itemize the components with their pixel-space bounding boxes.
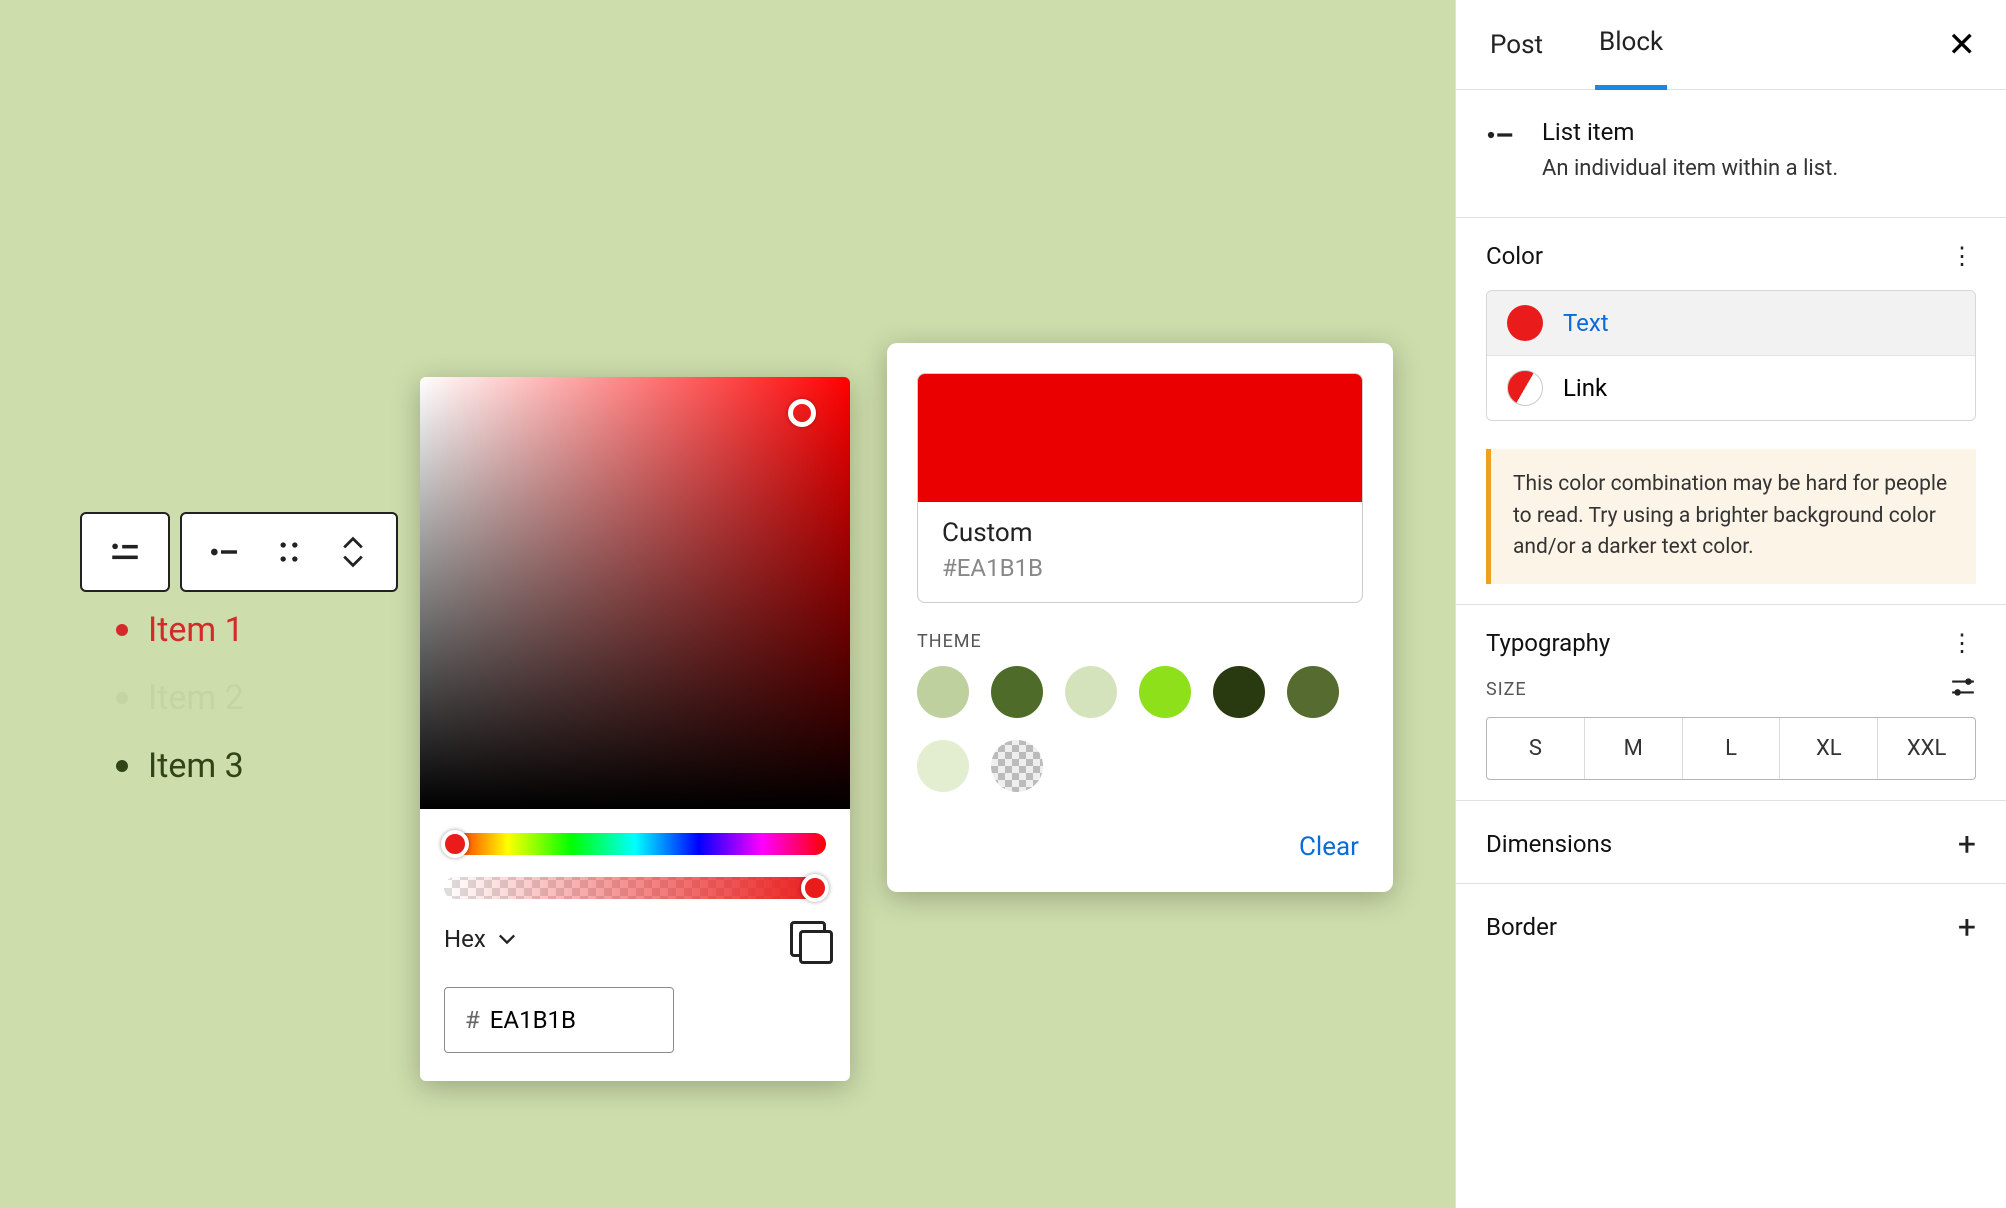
size-m-button[interactable]: M [1584, 718, 1682, 779]
color-panel-label: Color [1486, 242, 1543, 270]
list-item-text: Item 1 [148, 610, 244, 650]
theme-swatch[interactable] [1213, 666, 1265, 718]
list-item-text: Item 2 [148, 678, 244, 718]
hue-slider[interactable] [444, 833, 826, 855]
list-item-icon [1486, 120, 1516, 150]
toolbar-group-actions [180, 512, 398, 592]
color-row-text[interactable]: Text [1487, 291, 1975, 355]
bullet-icon [116, 624, 128, 636]
block-name: List item [1542, 118, 1838, 146]
theme-swatch[interactable] [917, 666, 969, 718]
move-up-down-icon[interactable] [332, 531, 374, 573]
copy-color-button[interactable] [790, 921, 826, 957]
list-item-text: Item 3 [148, 746, 244, 786]
text-color-sample [1507, 305, 1543, 341]
editor-canvas: Item 1 Item 2 Item 3 Hex [0, 0, 1455, 1208]
plus-icon[interactable]: + [1958, 825, 1976, 863]
chevron-down-icon [498, 933, 516, 945]
border-panel[interactable]: Border + [1456, 884, 2006, 966]
size-l-button[interactable]: L [1682, 718, 1780, 779]
list-item[interactable]: Item 2 [116, 678, 244, 718]
hex-prefix: # [465, 1006, 480, 1034]
list-item[interactable]: Item 1 [116, 610, 244, 650]
block-info: List item An individual item within a li… [1456, 90, 2006, 218]
hex-input[interactable]: # EA1B1B [444, 987, 674, 1053]
bullet-icon [116, 692, 128, 704]
size-button-group: S M L XL XXL [1486, 717, 1976, 780]
theme-swatch-transparent[interactable] [991, 740, 1043, 792]
theme-swatch[interactable] [1139, 666, 1191, 718]
swatch-hex: #EA1B1B [942, 554, 1338, 582]
more-options-icon[interactable]: ⋮ [1950, 629, 1976, 657]
theme-swatch[interactable] [991, 666, 1043, 718]
block-description: An individual item within a list. [1542, 156, 1838, 181]
clear-color-button[interactable]: Clear [921, 832, 1359, 862]
theme-swatch[interactable] [1287, 666, 1339, 718]
list-item-icon[interactable] [104, 531, 146, 573]
toolbar-group-block-type [80, 512, 170, 592]
color-row-link[interactable]: Link [1487, 355, 1975, 420]
more-options-icon[interactable]: ⋮ [1950, 242, 1976, 270]
theme-section-label: THEME [917, 631, 1363, 652]
color-row-label: Text [1563, 309, 1609, 337]
hue-handle[interactable] [441, 830, 469, 858]
saturation-value-area[interactable] [420, 377, 850, 809]
dimensions-panel[interactable]: Dimensions + [1456, 801, 2006, 884]
size-label: SIZE [1486, 679, 1527, 700]
settings-sidebar: Post Block ✕ List item An individual ite… [1455, 0, 2006, 1208]
indent-icon[interactable] [204, 531, 246, 573]
color-row-label: Link [1563, 374, 1607, 402]
sv-handle[interactable] [788, 399, 816, 427]
format-label: Hex [444, 925, 486, 953]
size-xxl-button[interactable]: XXL [1877, 718, 1975, 779]
close-sidebar-button[interactable]: ✕ [1948, 25, 1977, 65]
sliders-icon[interactable] [1950, 677, 1976, 703]
alpha-handle[interactable] [801, 874, 829, 902]
alpha-slider[interactable] [444, 877, 826, 899]
list-block: Item 1 Item 2 Item 3 [116, 610, 244, 814]
color-format-select[interactable]: Hex [444, 925, 516, 953]
border-panel-label: Border [1486, 913, 1557, 941]
plus-icon[interactable]: + [1958, 908, 1976, 946]
block-toolbar [80, 512, 398, 592]
swatch-preview-color [918, 374, 1362, 502]
size-xl-button[interactable]: XL [1779, 718, 1877, 779]
drag-handle-icon[interactable] [268, 531, 310, 573]
bullet-icon [116, 760, 128, 772]
tab-block[interactable]: Block [1595, 0, 1667, 90]
color-picker-popover: Hex # EA1B1B [420, 377, 850, 1081]
typography-panel: Typography ⋮ SIZE S M L XL XXL [1456, 605, 2006, 801]
size-s-button[interactable]: S [1487, 718, 1584, 779]
hex-value: EA1B1B [490, 1006, 576, 1034]
typography-panel-label: Typography [1486, 629, 1610, 657]
swatch-popover: Custom #EA1B1B THEME Clear [887, 343, 1393, 892]
swatch-preview: Custom #EA1B1B [917, 373, 1363, 603]
theme-swatch-list [917, 666, 1363, 792]
dimensions-panel-label: Dimensions [1486, 830, 1612, 858]
link-color-sample [1507, 370, 1543, 406]
sidebar-tabs: Post Block ✕ [1456, 0, 2006, 90]
color-panel: Color ⋮ Text Link This color combination… [1456, 218, 2006, 605]
contrast-warning: This color combination may be hard for p… [1486, 449, 1976, 584]
list-item[interactable]: Item 3 [116, 746, 244, 786]
theme-swatch[interactable] [917, 740, 969, 792]
tab-post[interactable]: Post [1486, 2, 1547, 88]
theme-swatch[interactable] [1065, 666, 1117, 718]
swatch-name: Custom [942, 518, 1338, 548]
